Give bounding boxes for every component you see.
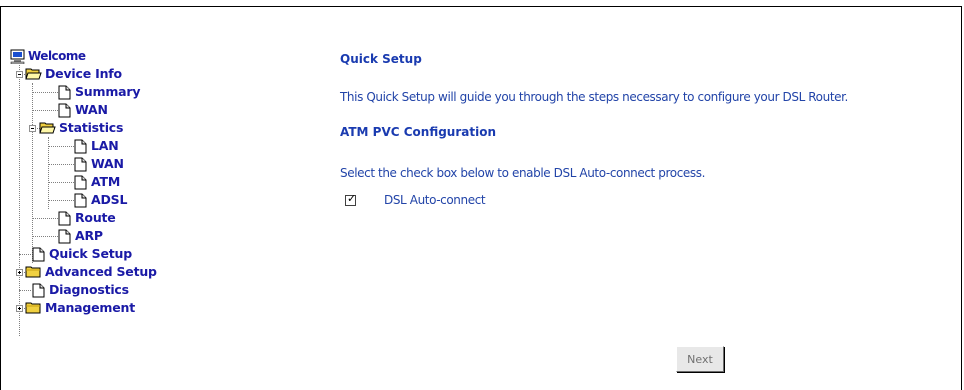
document-icon [58,211,71,225]
tree-label-advanced-setup: Advanced Setup [45,264,157,279]
tree-item-statistics[interactable]: Statistics [39,119,123,137]
tree-item-stats-atm[interactable]: ATM [74,173,120,191]
document-icon [58,103,71,117]
nav-tree: Welcome Device Info Summary WAN Statisti… [8,47,298,347]
tree-label-quick-setup: Quick Setup [49,246,132,261]
tree-label-summary: Summary [75,84,141,99]
tree-label-wan: WAN [75,102,108,117]
computer-icon [10,49,25,64]
tree-label-management: Management [45,300,136,315]
expand-management-toggle[interactable] [16,305,23,312]
checkmark-icon: ✓ [347,191,357,205]
dsl-auto-connect-label: DSL Auto-connect [384,193,486,207]
tree-item-diagnostics[interactable]: Diagnostics [32,281,129,299]
page-title: Quick Setup [340,52,422,66]
tree-label-statistics: Statistics [59,120,124,135]
tree-label-stats-adsl: ADSL [91,192,128,207]
open-folder-icon [39,122,56,134]
section-title: ATM PVC Configuration [340,125,496,139]
tree-label-arp: ARP [75,228,103,243]
tree-label-route: Route [75,210,116,225]
tree-label-stats-wan: WAN [91,156,124,171]
tree-item-wan[interactable]: WAN [58,101,108,119]
document-icon [74,139,87,153]
tree-label-diagnostics: Diagnostics [49,282,129,297]
tree-item-device-info[interactable]: Device Info [25,65,122,83]
tree-item-arp[interactable]: ARP [58,227,103,245]
tree-item-management[interactable]: Management [25,299,135,317]
tree-item-stats-lan[interactable]: LAN [74,137,119,155]
document-icon [58,229,71,243]
tree-label-stats-lan: LAN [91,138,119,153]
folder-icon [25,266,41,278]
tree-label-welcome: Welcome [28,49,86,63]
document-icon [58,85,71,99]
collapse-device-info-toggle[interactable] [16,71,23,78]
document-icon [32,283,45,297]
tree-label-device-info: Device Info [45,66,122,81]
tree-item-welcome[interactable]: Welcome [10,47,86,65]
instruction-text: Select the check box below to enable DSL… [340,166,706,180]
folder-icon [25,302,41,314]
tree-item-advanced-setup[interactable]: Advanced Setup [25,263,157,281]
next-button[interactable]: Next [676,346,724,372]
tree-item-route[interactable]: Route [58,209,116,227]
intro-text: This Quick Setup will guide you through … [340,90,848,104]
tree-item-summary[interactable]: Summary [58,83,141,101]
document-icon [32,247,45,261]
collapse-statistics-toggle[interactable] [29,125,36,132]
tree-item-stats-adsl[interactable]: ADSL [74,191,127,209]
tree-label-stats-atm: ATM [91,174,121,189]
main-content: Quick Setup This Quick Setup will guide … [340,0,960,390]
document-icon [74,193,87,207]
tree-item-stats-wan[interactable]: WAN [74,155,124,173]
open-folder-icon [25,68,42,80]
dsl-auto-connect-row: ✓ DSL Auto-connect [345,191,486,208]
document-icon [74,175,87,189]
expand-advanced-setup-toggle[interactable] [16,269,23,276]
dsl-auto-connect-checkbox[interactable]: ✓ [345,191,357,206]
tree-item-quick-setup[interactable]: Quick Setup [32,245,132,263]
document-icon [74,157,87,171]
